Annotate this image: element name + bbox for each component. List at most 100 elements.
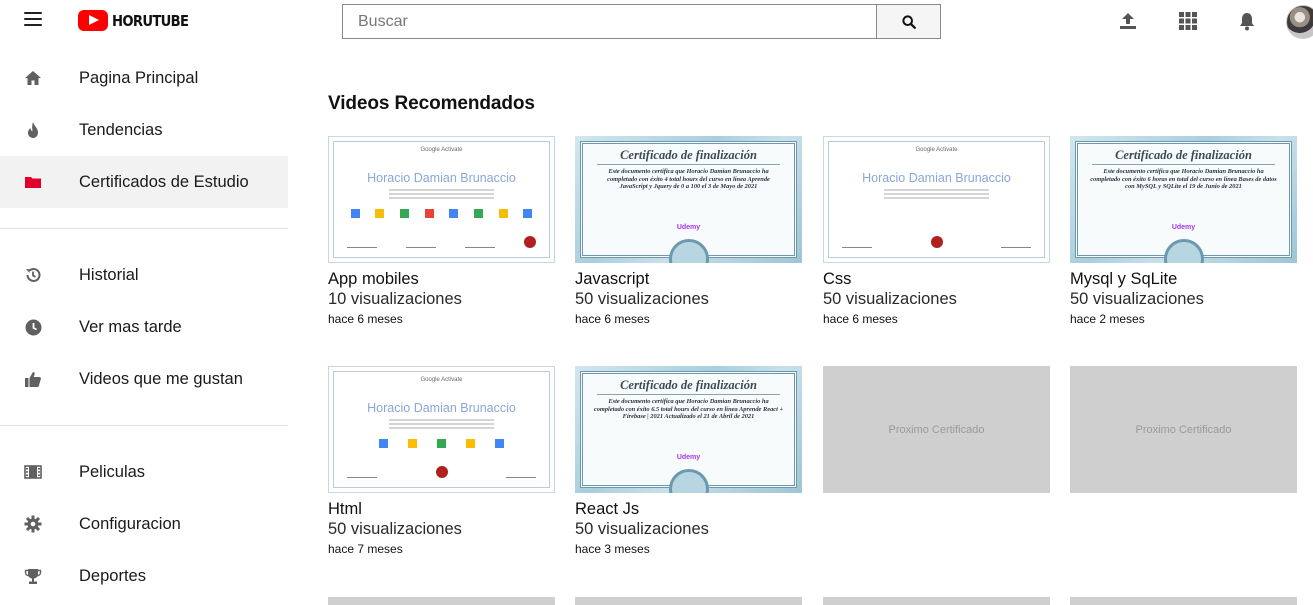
video-title[interactable]: App mobiles — [328, 269, 555, 289]
search-icon — [901, 14, 916, 29]
video-age: hace 3 meses — [575, 542, 650, 556]
sidebar-item-videos-que-me-gustan[interactable]: Videos que me gustan — [0, 353, 288, 405]
certificate-thumbnail[interactable]: Google Activate Horacio Damian Brunaccio — [823, 136, 1050, 263]
video-views: 50 visualizaciones — [823, 290, 957, 308]
video-title[interactable]: React Js — [575, 499, 802, 519]
video-card-app-mobiles[interactable]: Google Activate Horacio Damian Brunaccio… — [328, 136, 555, 327]
certificate-thumbnail[interactable]: Certificado de finalización Este documen… — [1070, 136, 1297, 263]
video-age: hace 6 meses — [823, 312, 898, 326]
video-card-thumbnail-partial[interactable] — [1070, 597, 1297, 605]
film-icon — [24, 463, 42, 481]
section-title: Videos Recomendados — [328, 93, 535, 114]
certificate-issuer: Google Activate — [420, 377, 463, 383]
certificate-name: Horacio Damian Brunaccio — [862, 171, 1011, 185]
history-icon — [24, 266, 42, 284]
logo-text: HORUTUBE — [112, 11, 189, 30]
certificate-issuer: Google Activate — [420, 147, 463, 153]
top-bar: HORUTUBE — [0, 0, 1313, 44]
video-views: 50 visualizaciones — [328, 520, 462, 538]
folder-icon — [24, 173, 42, 191]
video-views: 10 visualizaciones — [328, 290, 462, 308]
video-card-javascript[interactable]: Certificado de finalización Este documen… — [575, 136, 802, 327]
sidebar-item-historial[interactable]: Historial — [0, 249, 288, 301]
video-card-thumbnail-partial[interactable] — [328, 597, 555, 605]
bell-icon[interactable] — [1236, 10, 1258, 32]
logo[interactable]: HORUTUBE — [78, 10, 199, 31]
video-title[interactable]: Mysql y SqLite — [1070, 269, 1297, 289]
fire-icon — [24, 121, 42, 139]
sidebar-divider — [0, 425, 288, 426]
certificate-body: Este documento certifica que Horacio Dam… — [1090, 168, 1277, 190]
placeholder-label: Proximo Certificado — [888, 423, 985, 436]
certificate-text-lines — [389, 189, 494, 201]
certificate-signatures — [347, 236, 536, 248]
certificate-thumbnail[interactable]: Certificado de finalización Este documen… — [575, 136, 802, 263]
certificate-badges — [343, 209, 540, 218]
certificate-issuer: Google Activate — [915, 147, 958, 153]
certificate-rule — [597, 394, 780, 395]
video-card-css[interactable]: Google Activate Horacio Damian Brunaccio… — [823, 136, 1050, 327]
certificate-rule — [597, 164, 780, 165]
upload-icon[interactable] — [1117, 10, 1139, 32]
video-title[interactable]: Html — [328, 499, 555, 519]
certificate-thumbnail[interactable]: Google Activate Horacio Damian Brunaccio — [328, 366, 555, 493]
placeholder-thumbnail[interactable]: Proximo Certificado — [823, 366, 1050, 493]
avatar[interactable] — [1286, 5, 1313, 39]
certificate-signatures — [347, 466, 536, 478]
certificate-text-lines — [389, 419, 494, 431]
certificate-name: Horacio Damian Brunaccio — [367, 401, 516, 415]
video-card-mysql[interactable]: Certificado de finalización Este documen… — [1070, 136, 1297, 327]
sidebar-item-label: Ver mas tarde — [79, 317, 182, 336]
thumbs-up-icon — [24, 370, 42, 388]
video-card-react[interactable]: Certificado de finalización Este documen… — [575, 366, 802, 557]
youtube-play-icon — [78, 10, 108, 31]
video-age: hace 6 meses — [328, 312, 403, 326]
sidebar-item-certificados[interactable]: Certificados de Estudio — [0, 156, 288, 208]
video-title[interactable]: Javascript — [575, 269, 802, 289]
search-input[interactable] — [342, 4, 876, 39]
placeholder-card[interactable]: Proximo Certificado — [1070, 366, 1297, 493]
placeholder-card[interactable]: Proximo Certificado — [823, 366, 1050, 493]
hamburger-menu-icon[interactable] — [24, 12, 42, 28]
video-card-thumbnail-partial[interactable] — [823, 597, 1050, 605]
certificate-thumbnail[interactable]: Google Activate Horacio Damian Brunaccio — [328, 136, 555, 263]
apps-grid-icon[interactable] — [1177, 10, 1199, 32]
sidebar-item-label: Tendencias — [79, 120, 163, 139]
udemy-logo: Udemy — [676, 224, 701, 231]
certificate-thumbnail[interactable]: Certificado de finalización Este documen… — [575, 366, 802, 493]
video-title[interactable]: Css — [823, 269, 1050, 289]
sidebar-item-pagina-principal[interactable]: Pagina Principal — [0, 52, 288, 104]
search-button[interactable] — [876, 4, 941, 39]
sidebar: Pagina Principal Tendencias Certificados… — [0, 52, 288, 602]
placeholder-thumbnail[interactable]: Proximo Certificado — [1070, 366, 1297, 493]
udemy-logo: Udemy — [1171, 224, 1196, 231]
sidebar-item-label: Certificados de Estudio — [79, 172, 249, 191]
sidebar-item-tendencias[interactable]: Tendencias — [0, 104, 288, 156]
clock-icon — [24, 318, 42, 336]
sidebar-divider — [0, 228, 288, 229]
video-age: hace 7 meses — [328, 542, 403, 556]
certificate-heading: Certificado de finalización — [620, 378, 757, 392]
video-card-thumbnail-partial[interactable] — [575, 597, 802, 605]
certificate-badges — [369, 439, 514, 448]
sidebar-item-label: Videos que me gustan — [79, 369, 243, 388]
video-card-html[interactable]: Google Activate Horacio Damian Brunaccio… — [328, 366, 555, 557]
sidebar-item-peliculas[interactable]: Peliculas — [0, 446, 288, 498]
sidebar-item-label: Historial — [79, 265, 139, 284]
video-age: hace 6 meses — [575, 312, 650, 326]
sidebar-item-ver-mas-tarde[interactable]: Ver mas tarde — [0, 301, 288, 353]
video-age: hace 2 meses — [1070, 312, 1145, 326]
trophy-icon — [24, 567, 42, 585]
certificate-heading: Certificado de finalización — [1115, 148, 1252, 162]
sidebar-item-configuracion[interactable]: Configuracion — [0, 498, 288, 550]
home-icon — [24, 69, 42, 87]
video-views: 50 visualizaciones — [575, 520, 709, 538]
video-views: 50 visualizaciones — [1070, 290, 1204, 308]
sidebar-item-deportes[interactable]: Deportes — [0, 550, 288, 602]
sidebar-item-label: Peliculas — [79, 462, 146, 481]
certificate-text-lines — [884, 189, 989, 201]
placeholder-label: Proximo Certificado — [1135, 423, 1232, 436]
search-bar — [342, 4, 941, 39]
certificate-body: Este documento certifica que Horacio Dam… — [607, 168, 770, 190]
udemy-logo: Udemy — [676, 454, 701, 461]
